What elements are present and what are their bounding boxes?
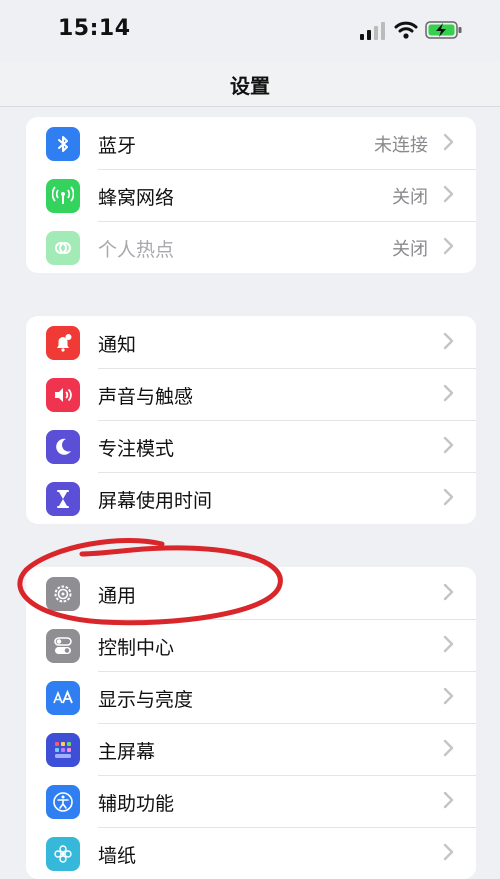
- hourglass-icon: [46, 482, 80, 516]
- settings-row-sounds[interactable]: 声音与触感: [26, 368, 476, 420]
- chevron-right-icon: [443, 488, 454, 506]
- cellular-icon: [46, 179, 80, 213]
- row-value: 关闭: [392, 239, 428, 260]
- settings-row-hotspot[interactable]: 个人热点 关闭: [26, 221, 476, 273]
- settings-row-screen-time[interactable]: 屏幕使用时间: [26, 472, 476, 524]
- gear-icon: [46, 577, 80, 611]
- row-label: 蜂窝网络: [98, 187, 175, 209]
- moon-icon: [46, 430, 80, 464]
- status-bar: 15:14: [0, 0, 500, 62]
- row-label: 控制中心: [98, 637, 175, 659]
- row-label: 显示与亮度: [98, 689, 194, 711]
- chevron-right-icon: [443, 687, 454, 705]
- chevron-right-icon: [443, 332, 454, 350]
- row-value: 关闭: [392, 187, 428, 208]
- speaker-icon: [46, 378, 80, 412]
- chevron-right-icon: [443, 436, 454, 454]
- settings-row-general[interactable]: 通用: [26, 567, 476, 619]
- settings-row-display[interactable]: 显示与亮度: [26, 671, 476, 723]
- row-label: 屏幕使用时间: [98, 490, 213, 512]
- bluetooth-icon: [46, 127, 80, 161]
- settings-row-control-center[interactable]: 控制中心: [26, 619, 476, 671]
- settings-group-connectivity: 蓝牙 未连接 蜂窝网络 关闭 个人热点 关闭: [26, 117, 476, 273]
- row-value: 未连接: [374, 135, 428, 156]
- signal-icon: [360, 22, 385, 40]
- settings-row-focus[interactable]: 专注模式: [26, 420, 476, 472]
- status-time: 15:14: [58, 16, 131, 41]
- hotspot-icon: [46, 231, 80, 265]
- row-label: 声音与触感: [98, 386, 194, 408]
- chevron-right-icon: [443, 739, 454, 757]
- home-grid-icon: [46, 733, 80, 767]
- chevron-right-icon: [443, 583, 454, 601]
- chevron-right-icon: [443, 843, 454, 861]
- settings-row-accessibility[interactable]: 辅助功能: [26, 775, 476, 827]
- chevron-right-icon: [443, 384, 454, 402]
- notification-icon: [46, 326, 80, 360]
- settings-row-notifications[interactable]: 通知: [26, 316, 476, 368]
- text-size-icon: [46, 681, 80, 715]
- row-label: 通用: [98, 585, 137, 607]
- row-label: 蓝牙: [98, 135, 137, 157]
- row-label: 墙纸: [98, 845, 137, 867]
- chevron-right-icon: [443, 133, 454, 151]
- row-label: 专注模式: [98, 438, 175, 460]
- chevron-right-icon: [443, 237, 454, 255]
- row-label: 辅助功能: [98, 793, 175, 815]
- settings-row-wallpaper[interactable]: 墙纸: [26, 827, 476, 879]
- chevron-right-icon: [443, 791, 454, 809]
- settings-row-cellular[interactable]: 蜂窝网络 关闭: [26, 169, 476, 221]
- settings-row-home-screen[interactable]: 主屏幕: [26, 723, 476, 775]
- row-label: 个人热点: [98, 239, 175, 261]
- settings-group-general: 通用 控制中心 显示与亮度 主屏幕 辅助功能 墙纸: [26, 567, 476, 879]
- battery-charging-icon: [425, 21, 462, 39]
- row-label: 主屏幕: [98, 741, 156, 763]
- settings-group-notifications: 通知 声音与触感 专注模式 屏幕使用时间: [26, 316, 476, 524]
- chevron-right-icon: [443, 185, 454, 203]
- row-label: 通知: [98, 334, 137, 356]
- wallpaper-icon: [46, 837, 80, 871]
- page-title: 设置: [230, 74, 270, 98]
- chevron-right-icon: [443, 635, 454, 653]
- accessibility-icon: [46, 785, 80, 819]
- navigation-bar: 设置: [0, 62, 500, 107]
- toggle-icon: [46, 629, 80, 663]
- settings-row-bluetooth[interactable]: 蓝牙 未连接: [26, 117, 476, 169]
- wifi-icon: [394, 21, 418, 39]
